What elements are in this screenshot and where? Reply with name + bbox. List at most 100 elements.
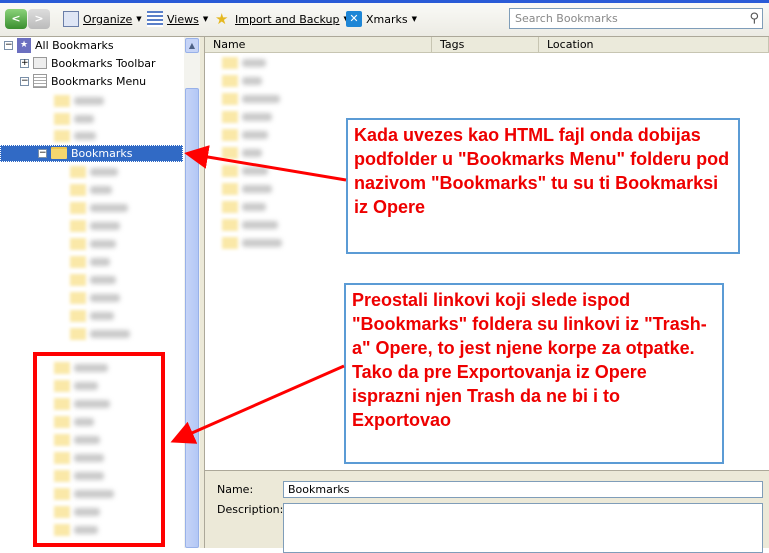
blurred-label: [242, 185, 272, 193]
blurred-label: [90, 186, 112, 194]
chevron-down-icon: ▼: [136, 15, 142, 23]
blurred-folder-item[interactable]: [222, 127, 268, 143]
folder-icon: [70, 256, 86, 268]
trash-items-highlight: [33, 352, 165, 547]
folder-icon: [222, 93, 238, 105]
blurred-folder-item[interactable]: [222, 217, 278, 233]
folder-icon: [70, 292, 86, 304]
blurred-folder-item[interactable]: [54, 111, 94, 127]
annotation-note-2: Preostali linkovi koji slede ispod "Book…: [344, 283, 724, 464]
annotation-note-1: Kada uvezes kao HTML fajl onda dobijas p…: [346, 118, 740, 254]
blurred-folder-item[interactable]: [222, 91, 280, 107]
blurred-folder-item[interactable]: [222, 235, 282, 251]
blurred-folder-item[interactable]: [222, 181, 272, 197]
folder-icon: [222, 111, 238, 123]
back-button[interactable]: <: [5, 9, 27, 29]
blurred-label: [242, 167, 268, 175]
folder-icon: [222, 219, 238, 231]
blurred-folder-item[interactable]: [222, 55, 266, 71]
folder-icon: [70, 202, 86, 214]
blurred-label: [90, 330, 130, 338]
organize-icon: [63, 11, 79, 27]
tree-item-bookmarks[interactable]: − Bookmarks: [38, 145, 132, 161]
import-backup-label: Import and Backup: [235, 12, 340, 26]
chevron-down-icon: ▼: [202, 15, 209, 23]
folder-icon: [70, 220, 86, 232]
xmarks-label: Xmarks: [366, 12, 408, 26]
toolbar: < > Organize▼ Views▼ ★Import and Backup▼…: [0, 0, 769, 37]
blurred-folder-item[interactable]: [222, 163, 268, 179]
blurred-folder-item[interactable]: [70, 200, 128, 216]
column-name[interactable]: Name: [205, 37, 432, 53]
blurred-folder-item[interactable]: [70, 290, 120, 306]
blurred-label: [90, 294, 120, 302]
blurred-label: [90, 168, 118, 176]
expand-icon[interactable]: +: [20, 58, 29, 68]
xmarks-icon: ✕: [346, 11, 362, 27]
views-menu[interactable]: Views ▼: [147, 11, 208, 27]
menu-folder-icon: [33, 74, 47, 88]
blurred-folder-item[interactable]: [222, 145, 262, 161]
column-header: Name Tags Location: [205, 37, 769, 53]
blurred-folder-item[interactable]: [222, 109, 272, 125]
column-location[interactable]: Location: [539, 37, 769, 53]
blurred-label: [74, 97, 104, 105]
organize-menu[interactable]: Organize ▼: [63, 11, 142, 27]
folder-icon: [70, 166, 86, 178]
forward-button[interactable]: >: [28, 9, 50, 29]
name-field[interactable]: Bookmarks: [283, 481, 763, 498]
chevron-down-icon: ▼: [411, 15, 418, 23]
views-icon: [147, 11, 163, 27]
blurred-folder-item[interactable]: [54, 93, 104, 109]
blurred-folder-item[interactable]: [70, 308, 114, 324]
folder-icon: [70, 310, 86, 322]
folder-icon: [70, 238, 86, 250]
blurred-label: [242, 59, 266, 67]
folder-icon: [222, 201, 238, 213]
collapse-icon[interactable]: −: [20, 76, 29, 86]
views-label: Views: [167, 12, 199, 26]
blurred-folder-item[interactable]: [54, 128, 96, 144]
blurred-label: [90, 222, 120, 230]
column-tags[interactable]: Tags: [432, 37, 539, 53]
scrollbar-thumb[interactable]: [185, 88, 199, 548]
tree-item-all-bookmarks[interactable]: − ★ All Bookmarks: [4, 37, 114, 53]
blurred-folder-item[interactable]: [222, 199, 266, 215]
description-field[interactable]: [283, 503, 763, 553]
folder-icon: [54, 113, 70, 125]
folder-icon: [70, 328, 86, 340]
blurred-label: [242, 239, 282, 247]
blurred-folder-item[interactable]: [70, 218, 120, 234]
blurred-folder-item[interactable]: [70, 272, 116, 288]
blurred-folder-item[interactable]: [70, 326, 130, 342]
blurred-label: [242, 77, 262, 85]
collapse-icon[interactable]: −: [38, 148, 47, 158]
scroll-up-button[interactable]: ▲: [185, 38, 199, 53]
blurred-label: [242, 131, 268, 139]
folder-icon: [70, 184, 86, 196]
import-backup-menu[interactable]: ★Import and Backup▼: [215, 11, 349, 27]
search-icon[interactable]: ⚲: [749, 11, 759, 26]
blurred-label: [74, 115, 94, 123]
blurred-folder-item[interactable]: [222, 73, 262, 89]
collapse-icon[interactable]: −: [4, 40, 13, 50]
description-label: Description:: [217, 503, 284, 516]
blurred-label: [242, 113, 272, 121]
folder-icon: [222, 129, 238, 141]
folder-icon: [222, 165, 238, 177]
xmarks-menu[interactable]: ✕ Xmarks ▼: [346, 11, 417, 27]
toolbar-folder-icon: [33, 57, 47, 69]
blurred-folder-item[interactable]: [70, 254, 110, 270]
tree-label: All Bookmarks: [35, 38, 114, 52]
all-bookmarks-icon: ★: [17, 37, 31, 53]
blurred-folder-item[interactable]: [70, 182, 112, 198]
search-input[interactable]: Search Bookmarks ⚲: [509, 8, 763, 29]
tree-item-bookmarks-toolbar[interactable]: + Bookmarks Toolbar: [20, 55, 156, 71]
blurred-folder-item[interactable]: [70, 236, 116, 252]
blurred-label: [90, 312, 114, 320]
blurred-folder-item[interactable]: [70, 164, 118, 180]
tree-item-bookmarks-menu[interactable]: − Bookmarks Menu: [20, 73, 146, 89]
blurred-label: [242, 149, 262, 157]
blurred-label: [90, 258, 110, 266]
blurred-label: [242, 203, 266, 211]
